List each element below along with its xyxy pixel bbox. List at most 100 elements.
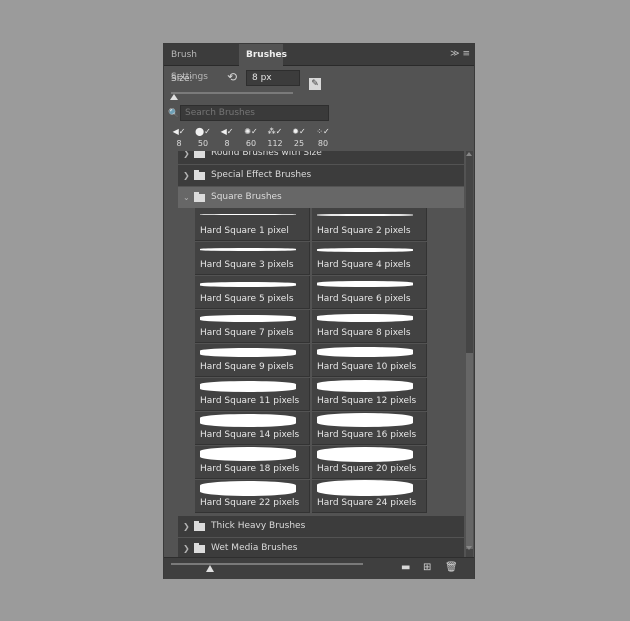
size-slider-thumb[interactable]	[170, 94, 178, 100]
recent-brush[interactable]: ✹✓ 25	[288, 126, 310, 150]
brush-tile[interactable]: Hard Square 11 pixels	[195, 378, 310, 411]
brush-tile[interactable]: Hard Square 3 pixels	[195, 242, 310, 275]
brush-size-label: 60	[245, 139, 257, 148]
group-wet-media-brushes[interactable]: ❯ Wet Media Brushes	[178, 538, 464, 557]
brush-tip-icon: ⬤✓	[195, 127, 211, 136]
tab-brush-settings[interactable]: Brush Settings	[164, 44, 238, 82]
search-icon: 🔍	[168, 109, 180, 119]
preview-size-slider-thumb[interactable]	[206, 565, 214, 572]
brush-name: Hard Square 4 pixels	[317, 260, 411, 270]
brush-tile[interactable]: Hard Square 7 pixels	[195, 310, 310, 343]
brush-name: Hard Square 11 pixels	[200, 396, 300, 406]
brush-stroke-preview	[200, 414, 296, 427]
folder-icon	[194, 521, 205, 531]
size-slider[interactable]	[171, 92, 293, 94]
tab-brushes[interactable]: Brushes	[239, 44, 287, 67]
brush-stroke-preview	[200, 381, 296, 392]
group-label: Square Brushes	[211, 192, 282, 202]
brush-name: Hard Square 12 pixels	[317, 396, 417, 406]
brush-tip-icon: ⁘✓	[316, 127, 330, 136]
brush-tile[interactable]: Hard Square 5 pixels	[195, 276, 310, 309]
folder-icon	[194, 170, 205, 180]
brush-tile[interactable]: Hard Square 12 pixels	[312, 378, 427, 411]
brush-tile[interactable]: Hard Square 18 pixels	[195, 446, 310, 479]
brush-name: Hard Square 10 pixels	[317, 362, 417, 372]
brush-tile[interactable]: Hard Square 14 pixels	[195, 412, 310, 445]
brush-tile[interactable]: Hard Square 8 pixels	[312, 310, 427, 343]
chevron-down-icon[interactable]: ⌄	[183, 187, 190, 208]
brush-list: ❯ Round Brushes with Size ❯ Special Effe…	[178, 151, 464, 557]
brush-tile[interactable]: Hard Square 1 pixel	[195, 208, 310, 241]
brush-list-scrollbar[interactable]	[466, 151, 473, 557]
brush-tile[interactable]: Hard Square 24 pixels	[312, 480, 427, 513]
folder-open-icon	[194, 192, 205, 202]
recent-brush[interactable]: ⬤✓ 50	[192, 126, 214, 150]
new-group-folder-icon[interactable]: ▬	[401, 562, 410, 573]
recent-brush[interactable]: ✺✓ 60	[240, 126, 262, 150]
new-brush-icon[interactable]: ⊞	[423, 562, 431, 573]
group-square-brushes[interactable]: ⌄ Square Brushes	[178, 187, 464, 208]
group-round-brushes[interactable]: ❯ Round Brushes with Size	[178, 151, 464, 164]
edit-brush-icon[interactable]: ✎	[309, 78, 321, 90]
panel-menu-icon[interactable]: ≫ ≡	[450, 49, 470, 59]
scrollbar-thumb[interactable]	[466, 353, 473, 549]
search-input[interactable]	[180, 105, 329, 121]
reset-size-icon[interactable]: ⟲	[227, 70, 237, 84]
brush-stroke-preview	[317, 281, 413, 287]
folder-icon	[194, 543, 205, 553]
brush-stroke-preview	[200, 214, 296, 215]
brush-tile[interactable]: Hard Square 6 pixels	[312, 276, 427, 309]
chevron-right-icon[interactable]: ❯	[183, 151, 190, 164]
brush-size-label: 25	[293, 139, 305, 148]
brush-stroke-preview	[317, 214, 413, 216]
brush-tile[interactable]: Hard Square 22 pixels	[195, 480, 310, 513]
brush-name: Hard Square 18 pixels	[200, 464, 300, 474]
chevron-right-icon[interactable]: ❯	[183, 516, 190, 537]
brush-size-label: 8	[224, 139, 230, 148]
folder-icon	[194, 151, 205, 158]
brush-stroke-preview	[200, 481, 296, 496]
brush-name: Hard Square 8 pixels	[317, 328, 411, 338]
brush-tile[interactable]: Hard Square 20 pixels	[312, 446, 427, 479]
brush-size-label: 80	[317, 139, 329, 148]
brush-stroke-preview	[200, 282, 296, 287]
brush-tile[interactable]: Hard Square 4 pixels	[312, 242, 427, 275]
brush-stroke-preview	[200, 447, 296, 461]
recent-brush[interactable]: ◀✓ 8	[168, 126, 190, 150]
scroll-down-arrow-icon[interactable]	[466, 546, 472, 550]
brush-tile[interactable]: Hard Square 9 pixels	[195, 344, 310, 377]
chevron-right-icon[interactable]: ❯	[183, 538, 190, 557]
brush-tile[interactable]: Hard Square 16 pixels	[312, 412, 427, 445]
brush-tip-icon: ✺✓	[244, 127, 258, 136]
brush-tile[interactable]: Hard Square 2 pixels	[312, 208, 427, 241]
brush-stroke-preview	[200, 348, 296, 357]
group-thick-heavy-brushes[interactable]: ❯ Thick Heavy Brushes	[178, 516, 464, 537]
brush-tip-icon: ⁂✓	[267, 127, 283, 136]
size-input[interactable]: 8 px	[246, 70, 300, 86]
brush-tile[interactable]: Hard Square 10 pixels	[312, 344, 427, 377]
brush-size-label: 112	[267, 139, 283, 148]
recent-brush[interactable]: ⁘✓ 80	[312, 126, 334, 150]
scroll-up-arrow-icon[interactable]	[466, 152, 472, 156]
brush-name: Hard Square 3 pixels	[200, 260, 294, 270]
recent-brushes: ◀✓ 8 ⬤✓ 50 ◀✓ 8 ✺✓ 60 ⁂✓ 112 ✹✓ 25 ⁘✓ 80	[168, 126, 336, 150]
panel-tabbar: Brush Settings Brushes ≫ ≡	[164, 44, 474, 82]
chevron-right-icon[interactable]: ❯	[183, 165, 190, 186]
group-label: Special Effect Brushes	[211, 170, 312, 180]
recent-brush[interactable]: ◀✓ 8	[216, 126, 238, 150]
brush-stroke-preview	[317, 480, 413, 496]
brush-name: Hard Square 1 pixel	[200, 226, 289, 236]
brush-stroke-preview	[200, 248, 296, 251]
preview-size-slider[interactable]	[171, 563, 363, 565]
brush-stroke-preview	[317, 248, 413, 252]
brush-stroke-preview	[317, 380, 413, 392]
group-special-effect-brushes[interactable]: ❯ Special Effect Brushes	[178, 165, 464, 186]
brush-tip-icon: ✹✓	[292, 127, 306, 136]
brush-name: Hard Square 9 pixels	[200, 362, 294, 372]
brush-stroke-preview	[317, 314, 413, 322]
brush-name: Hard Square 16 pixels	[317, 430, 417, 440]
brush-name: Hard Square 5 pixels	[200, 294, 294, 304]
recent-brush[interactable]: ⁂✓ 112	[264, 126, 286, 150]
brush-stroke-preview	[317, 447, 413, 462]
trash-icon[interactable]: 🗑	[445, 562, 458, 573]
